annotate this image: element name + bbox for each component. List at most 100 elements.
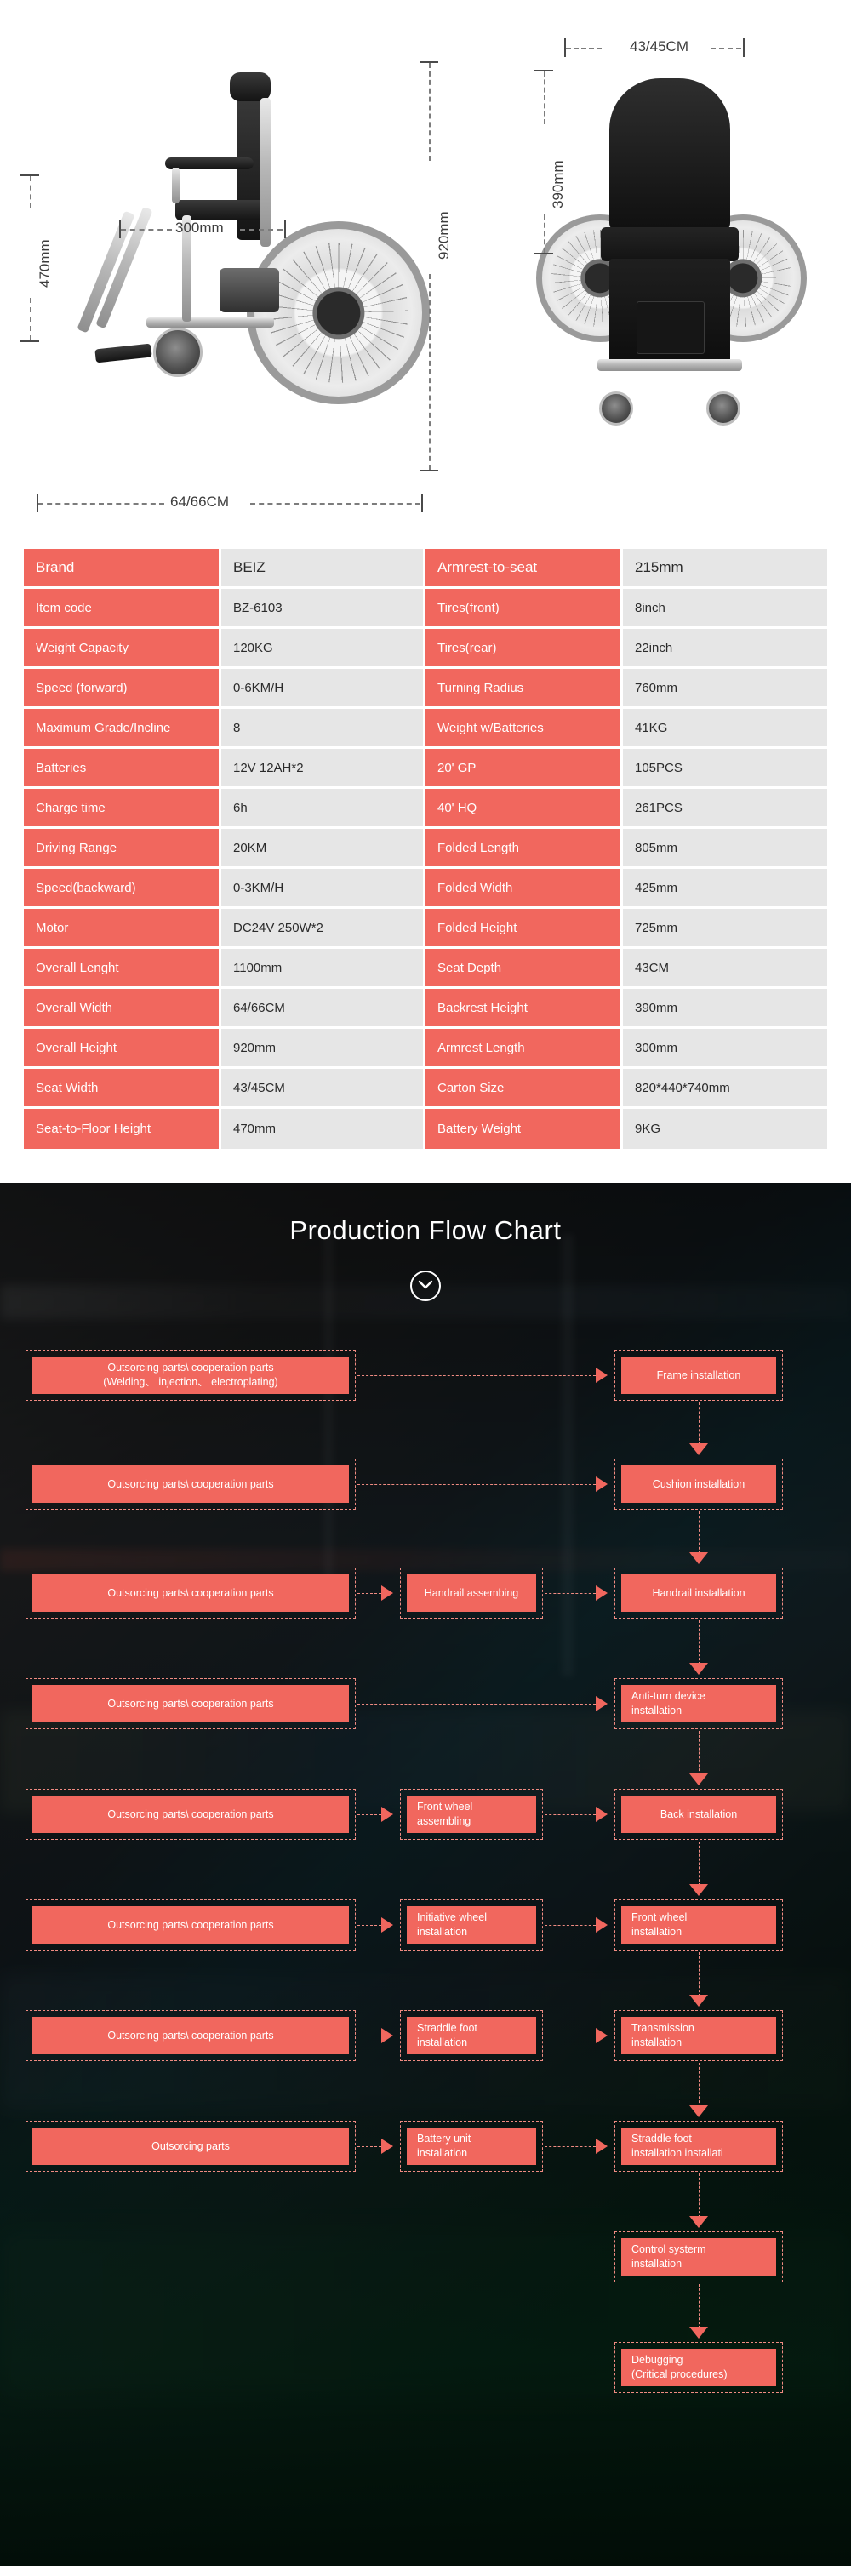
table-row: Speed (forward) 0-6KM/H Turning Radius 760m…	[24, 669, 827, 709]
flow-box-frame-installation[interactable]: Frame installation	[614, 1350, 783, 1401]
connector-r6-r7	[699, 1952, 700, 1996]
front-caster-wheel	[153, 328, 203, 377]
flow-box-outsourcing-5[interactable]: Outsorcing parts\ cooperation parts	[26, 1789, 356, 1840]
arrow-l8-m9	[381, 2139, 393, 2154]
arrow-r9-r10	[689, 2327, 708, 2339]
footplate	[94, 343, 152, 363]
chevron-down-icon[interactable]	[410, 1271, 441, 1301]
spec-value-right: 805mm	[623, 829, 827, 869]
flow-box-outsourcing-2[interactable]: Outsorcing parts\ cooperation parts	[26, 1459, 356, 1510]
arrow-r7-r8	[689, 2105, 708, 2117]
spec-value-left: 8	[221, 709, 426, 749]
flow-box-front-wheel-assembling[interactable]: Front wheel assembling	[400, 1789, 543, 1840]
flow-box-label: Straddle foot installation installati	[621, 2128, 776, 2165]
spec-value-left: 6h	[221, 789, 426, 829]
flow-box-label: Outsorcing parts\ cooperation parts	[32, 1465, 349, 1503]
spec-value-left: 470mm	[221, 1109, 426, 1149]
flow-box-initiative-wheel-installation[interactable]: Initiative wheel installation	[400, 1899, 543, 1951]
spec-value-left: 0-3KM/H	[221, 869, 426, 909]
arrow-l3-m3	[381, 1585, 393, 1601]
spec-value-right: 261PCS	[623, 789, 827, 829]
production-flow-chart-section: Production Flow Chart Outsorcing parts\ …	[0, 1183, 851, 2566]
flow-box-anti-turn-device-installation[interactable]: Anti-turn device installation	[614, 1678, 783, 1729]
spec-value-left: DC24V 250W*2	[221, 909, 426, 949]
flow-chart-title: Production Flow Chart	[289, 1215, 562, 1245]
spec-key-right: Turning Radius	[426, 669, 623, 709]
connector-r1-r2	[699, 1402, 700, 1445]
flow-box-straddle-foot-installation-right[interactable]: Straddle foot installation installati	[614, 2121, 783, 2172]
flow-box-front-wheel-installation[interactable]: Front wheel installation	[614, 1899, 783, 1951]
flow-box-handrail-installation[interactable]: Handrail installation	[614, 1568, 783, 1619]
flow-box-back-installation[interactable]: Back installation	[614, 1789, 783, 1840]
dim-label-backrest-height: 390mm	[550, 160, 566, 208]
arrow-m7-r7	[596, 1917, 608, 1933]
dim-line-390-a	[544, 71, 545, 124]
base-frame-back	[597, 359, 742, 371]
dim-label-armrest-length: 300mm	[175, 220, 224, 236]
spec-key-left: Motor	[24, 909, 221, 949]
flow-box-outsourcing-6[interactable]: Outsorcing parts\ cooperation parts	[26, 1899, 356, 1951]
motor-battery-box	[220, 268, 279, 312]
flow-box-label: Outsorcing parts\ cooperation parts	[32, 1796, 349, 1833]
flow-box-label: Debugging (Critical procedures)	[621, 2349, 776, 2386]
spec-key-right: Carton Size	[426, 1069, 623, 1109]
connector-l2-r2	[357, 1484, 596, 1485]
spec-key-right: 20' GP	[426, 749, 623, 789]
flow-box-outsourcing-parts[interactable]: Outsorcing parts	[26, 2121, 356, 2172]
front-caster-left	[599, 391, 633, 426]
spec-key-left: Seat-to-Floor Height	[24, 1109, 221, 1149]
flow-box-handrail-assembing[interactable]: Handrail assembing	[400, 1568, 543, 1619]
connector-l8-m9	[357, 2146, 381, 2147]
arrow-l7-m7	[381, 1917, 393, 1933]
flow-box-transmission-installation[interactable]: Transmission installation	[614, 2010, 783, 2061]
spec-key-right: Folded Width	[426, 869, 623, 909]
flow-box-label: Handrail assembing	[407, 1574, 536, 1612]
spec-value-left: 920mm	[221, 1029, 426, 1069]
flow-box-label: Anti-turn device installation	[621, 1685, 776, 1722]
spec-key-left: Charge time	[24, 789, 221, 829]
wheelchair-side-view: 300mm 920mm 470mm 64/66CM	[20, 34, 477, 528]
flow-box-outsourcing-3[interactable]: Outsorcing parts\ cooperation parts	[26, 1568, 356, 1619]
connector-l6-m6	[357, 1814, 381, 1815]
rear-wheel	[247, 221, 430, 404]
spec-value-right: 43CM	[623, 949, 827, 989]
dim-line-300-a	[121, 229, 172, 231]
flow-box-outsourcing-7[interactable]: Outsorcing parts\ cooperation parts	[26, 2010, 356, 2061]
dim-line-4345-a	[566, 48, 602, 49]
table-row: Batteries 12V 12AH*2 20' GP 105PCS	[24, 749, 827, 789]
flow-box-label: Outsorcing parts\ cooperation parts	[32, 1685, 349, 1722]
flow-box-cushion-installation[interactable]: Cushion installation	[614, 1459, 783, 1510]
specification-table-section: Brand BEIZ Armrest-to-seat 215mm Item code BZ…	[0, 549, 851, 1183]
dim-line-300-b	[240, 229, 283, 231]
spec-value-right: 820*440*740mm	[623, 1069, 827, 1109]
spec-key-right: Folded Length	[426, 829, 623, 869]
arrow-r5-r6	[689, 1884, 708, 1896]
flow-box-label: Transmission installation	[621, 2017, 776, 2054]
spec-key-right: Tires(front)	[426, 589, 623, 629]
spec-value-left: 1100mm	[221, 949, 426, 989]
flow-box-label: Outsorcing parts\ cooperation parts	[32, 1574, 349, 1612]
flow-box-debugging[interactable]: Debugging (Critical procedures)	[614, 2342, 783, 2393]
spec-key-left: Maximum Grade/Incline	[24, 709, 221, 749]
spec-value-left: 20KM	[221, 829, 426, 869]
arrow-r8-r9	[689, 2216, 708, 2228]
table-row: Brand BEIZ Armrest-to-seat 215mm	[24, 549, 827, 589]
armrest	[165, 157, 254, 169]
flow-box-outsourcing-welding[interactable]: Outsorcing parts\ cooperation parts (Weld…	[26, 1350, 356, 1401]
spec-key-left: Item code	[24, 589, 221, 629]
flow-box-outsourcing-4[interactable]: Outsorcing parts\ cooperation parts	[26, 1678, 356, 1729]
flow-box-control-system-installation[interactable]: Control systerm installation	[614, 2231, 783, 2282]
flow-box-straddle-foot-installation-mid[interactable]: Straddle foot installation	[400, 2010, 543, 2061]
spec-value-right: 215mm	[623, 549, 827, 589]
spec-key-left: Speed (forward)	[24, 669, 221, 709]
spec-value-right: 390mm	[623, 989, 827, 1029]
spec-key-left: Speed(backward)	[24, 869, 221, 909]
flow-box-label: Outsorcing parts	[32, 2128, 349, 2165]
flow-box-battery-unit-installation[interactable]: Battery unit installation	[400, 2121, 543, 2172]
spec-value-left: 64/66CM	[221, 989, 426, 1029]
spec-value-right: 300mm	[623, 1029, 827, 1069]
connector-r4-r5	[699, 1731, 700, 1775]
dim-cap-bottom-920	[420, 470, 438, 471]
dim-cap-right-4345	[743, 38, 745, 57]
spec-value-right: 8inch	[623, 589, 827, 629]
